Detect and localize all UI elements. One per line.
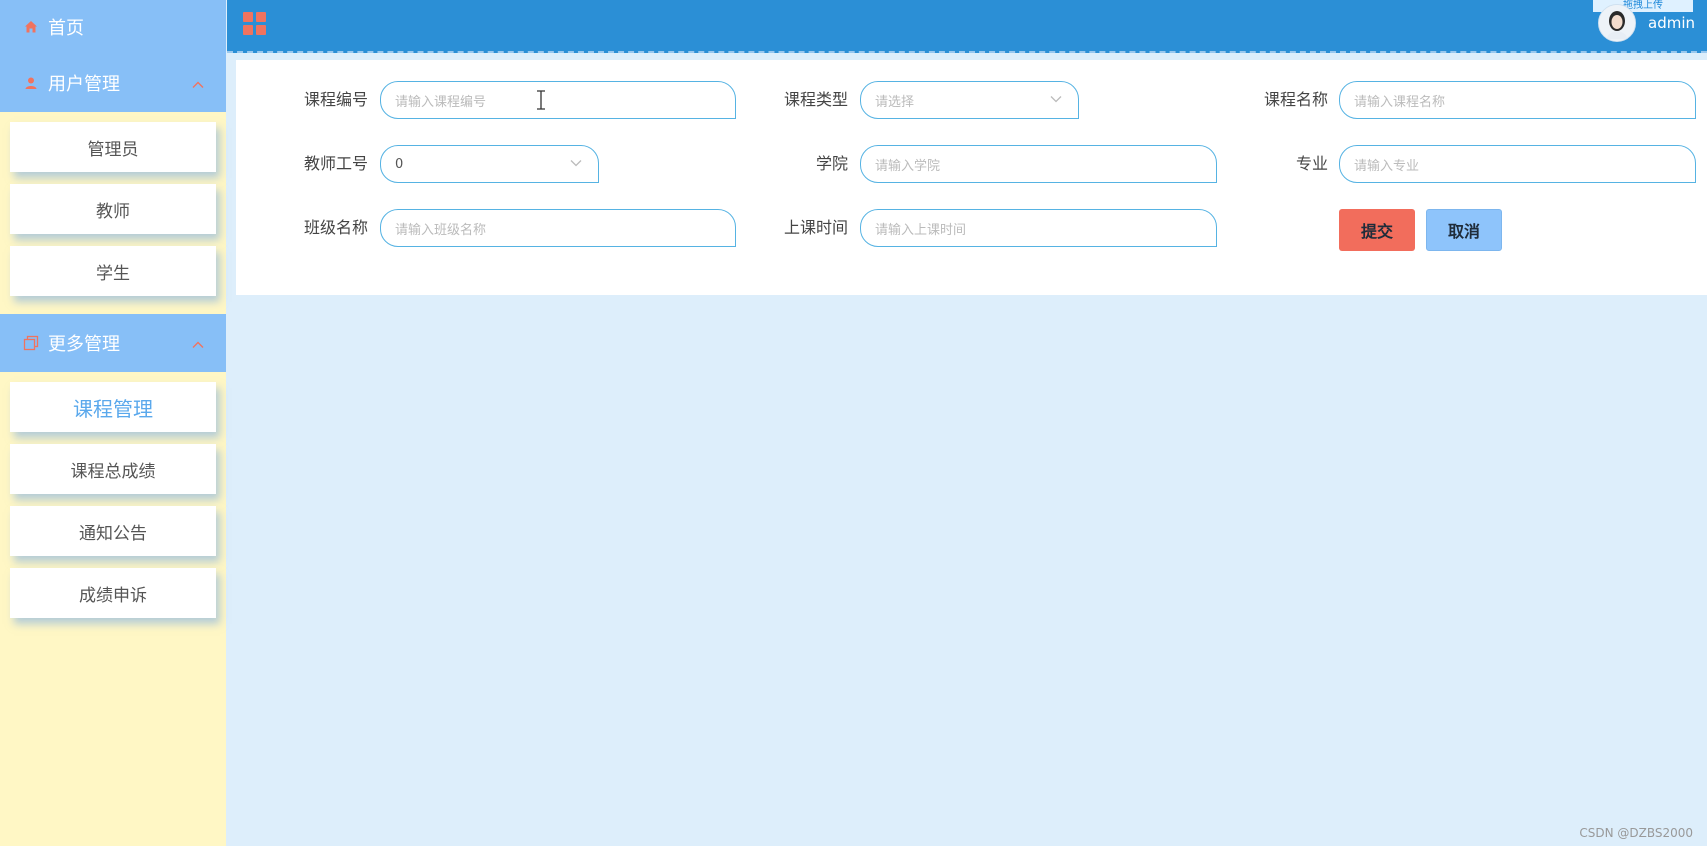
sidebar-item-score-appeal[interactable]: 成绩申诉: [10, 568, 216, 618]
chevron-down-icon: [570, 157, 582, 172]
sidebar-item-teacher[interactable]: 教师: [10, 184, 216, 234]
top-bar: 拖拽上传 admin: [227, 0, 1707, 53]
class-time-input[interactable]: 请输入上课时间: [860, 209, 1217, 247]
sidebar-group-user-management[interactable]: 用户管理: [0, 54, 226, 112]
sidebar-group-more-management[interactable]: 更多管理: [0, 314, 226, 372]
submenu-user-management: 管理员 教师 学生: [0, 112, 226, 314]
course-type-select[interactable]: 请选择: [860, 81, 1079, 119]
user-menu[interactable]: admin: [1598, 4, 1695, 42]
sidebar-item-label: 首页: [48, 18, 84, 39]
username: admin: [1648, 14, 1695, 32]
chevron-up-icon: [192, 73, 204, 94]
home-icon: [22, 18, 40, 36]
chevron-up-icon: [192, 333, 204, 354]
course-type-placeholder: 请选择: [875, 94, 915, 110]
sidebar: 首页 用户管理 管理员 教师 学生 更多管理 课程管理 课程总成绩 通知公告 成…: [0, 0, 226, 846]
course-no-input[interactable]: 请输入课程编号: [380, 81, 736, 119]
class-name-label: 班级名称: [303, 218, 368, 237]
major-input[interactable]: 请输入专业: [1339, 145, 1696, 183]
sidebar-item-admin[interactable]: 管理员: [10, 122, 216, 172]
grid-icon[interactable]: [243, 12, 267, 36]
submit-button[interactable]: 提交: [1339, 209, 1415, 251]
major-label: 专业: [1295, 154, 1328, 173]
watermark: CSDN @DZBS2000: [1579, 826, 1693, 840]
sidebar-group-label: 更多管理: [48, 334, 120, 355]
text-cursor-icon: [535, 90, 547, 114]
teacher-no-value: 0: [395, 156, 404, 172]
sidebar-item-course-management[interactable]: 课程管理: [10, 382, 216, 432]
sidebar-item-student[interactable]: 学生: [10, 246, 216, 296]
teacher-no-label: 教师工号: [303, 154, 368, 173]
copy-icon: [22, 334, 40, 352]
course-no-label: 课程编号: [303, 90, 368, 109]
sidebar-item-notice[interactable]: 通知公告: [10, 506, 216, 556]
teacher-no-select[interactable]: 0: [380, 145, 599, 183]
avatar[interactable]: [1598, 4, 1636, 42]
sidebar-item-course-total-score[interactable]: 课程总成绩: [10, 444, 216, 494]
college-label: 学院: [815, 154, 848, 173]
course-name-input[interactable]: 请输入课程名称: [1339, 81, 1696, 119]
college-input[interactable]: 请输入学院: [860, 145, 1217, 183]
submenu-more-management: 课程管理 课程总成绩 通知公告 成绩申诉: [0, 372, 226, 636]
sidebar-group-label: 用户管理: [48, 74, 120, 95]
course-form: 课程编号 请输入课程编号 课程类型 请选择 课程名称 请输入课程名称 教师工号 …: [236, 60, 1707, 295]
course-name-label: 课程名称: [1263, 90, 1328, 109]
cancel-button[interactable]: 取消: [1426, 209, 1502, 251]
course-type-label: 课程类型: [783, 90, 848, 109]
chevron-down-icon: [1050, 93, 1062, 108]
class-time-label: 上课时间: [783, 218, 848, 237]
sidebar-item-home[interactable]: 首页: [0, 0, 226, 54]
class-name-input[interactable]: 请输入班级名称: [380, 209, 736, 247]
person-icon: [22, 74, 40, 92]
